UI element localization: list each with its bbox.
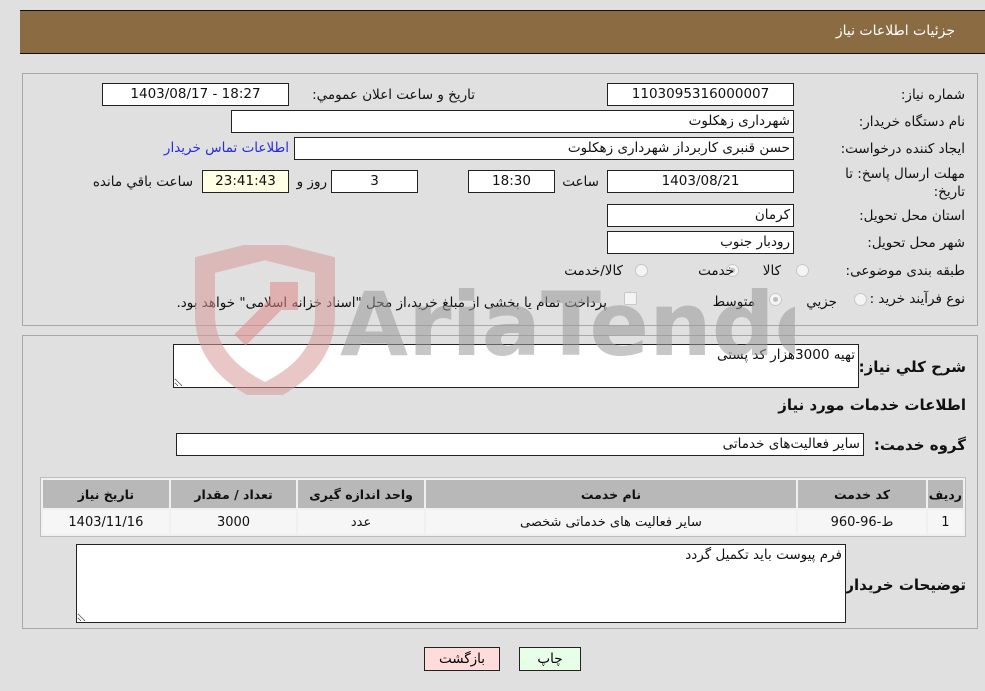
province-label: استان محل تحویل: (859, 208, 965, 224)
countdown-field: 23:41:43 (202, 170, 289, 193)
description-label: شرح کلي نیاز: (858, 358, 966, 376)
service-group-label: گروه خدمت: (873, 436, 966, 454)
province-field: کرمان (607, 204, 794, 227)
process-radio-minor[interactable] (854, 293, 867, 306)
col-header-service-code: کد خدمت (798, 480, 926, 508)
cell-need-date: 1403/11/16 (43, 510, 169, 534)
cell-quantity: 3000 (170, 510, 297, 534)
days-remaining-field: 3 (331, 170, 418, 193)
buyer-contact-link[interactable]: اطلاعات تماس خریدار (164, 140, 289, 156)
city-label: شهر محل تحویل: (867, 235, 965, 251)
col-header-quantity: تعداد / مقدار (170, 480, 297, 508)
process-option-medium: متوسط (712, 294, 755, 310)
category-option-goods-service: کالا/خدمت (564, 263, 623, 279)
buyer-notes-textarea[interactable]: فرم پیوست باید تکمیل گردد (76, 544, 846, 623)
process-option-minor: جزيي (806, 294, 837, 310)
deadline-label: مهلت ارسال پاسخ: تا تاریخ: (845, 166, 965, 200)
services-panel: شرح کلي نیاز: تهیه 3000هزار کد پستی اطلا… (22, 335, 978, 629)
requester-field: حسن قنبری کاربرداز شهرداری زهکلوت (294, 137, 794, 160)
city-field: رودبار جنوب (607, 231, 794, 254)
category-radio-goods-service[interactable] (635, 264, 648, 277)
treasury-checkbox-label: پرداخت تمام یا بخشی از مبلغ خرید،از محل … (176, 295, 607, 311)
announce-datetime-label: تاریخ و ساعت اعلان عمومي: (312, 87, 475, 103)
description-textarea[interactable]: تهیه 3000هزار کد پستی (173, 344, 859, 388)
col-header-unit: واحد اندازه گیری (298, 480, 424, 508)
category-label: طبقه بندی موضوعی: (845, 263, 965, 279)
page-header: جزئیات اطلاعات نیاز (20, 10, 985, 54)
treasury-checkbox[interactable] (624, 292, 637, 305)
col-header-row-num: ردیف (927, 480, 963, 508)
table-row: 1 ط-96-960 سایر فعالیت های خدماتی شخصی ع… (43, 510, 963, 534)
cell-unit: عدد (298, 510, 424, 534)
cell-service-name: سایر فعالیت های خدماتی شخصی (425, 510, 797, 534)
cell-service-code: ط-96-960 (798, 510, 926, 534)
need-number-label: شماره نیاز: (900, 87, 965, 103)
back-button[interactable]: بازگشت (424, 647, 500, 671)
page-title: جزئیات اطلاعات نیاز (835, 23, 955, 39)
category-option-service: خدمت (698, 263, 734, 279)
deadline-date-field: 1403/08/21 (607, 170, 794, 193)
buyer-org-field: شهرداری زهکلوت (231, 110, 794, 133)
category-option-goods: کالا (762, 263, 781, 279)
process-radio-medium[interactable] (769, 293, 782, 306)
cell-row-num: 1 (927, 510, 963, 534)
buyer-notes-label: توضیحات خریدار: (839, 576, 966, 594)
purchase-process-label: نوع فرآیند خرید : (869, 291, 965, 307)
services-section-title: اطلاعات خدمات مورد نیاز (778, 396, 966, 414)
col-header-service-name: نام خدمت (425, 480, 797, 508)
deadline-time-field: 18:30 (468, 170, 555, 193)
days-label: روز و (296, 174, 327, 190)
service-group-field: سایر فعالیت‌های خدماتی (176, 433, 864, 456)
need-number-field: 1103095316000007 (607, 83, 794, 106)
remaining-label: ساعت باقي مانده (92, 174, 193, 190)
need-details-panel: شماره نیاز: 1103095316000007 تاریخ و ساع… (22, 73, 978, 326)
buyer-org-label: نام دستگاه خریدار: (858, 114, 965, 130)
print-button[interactable]: چاپ (519, 647, 581, 671)
services-table: ردیف کد خدمت نام خدمت واحد اندازه گیری ت… (40, 477, 966, 537)
table-header-row: ردیف کد خدمت نام خدمت واحد اندازه گیری ت… (43, 480, 963, 508)
announce-datetime-field: 1403/08/17 - 18:27 (102, 83, 289, 106)
deadline-time-label: ساعت (562, 174, 599, 190)
category-radio-goods[interactable] (796, 264, 809, 277)
col-header-need-date: تاریخ نیاز (43, 480, 169, 508)
requester-label: ایجاد کننده درخواست: (840, 141, 965, 157)
